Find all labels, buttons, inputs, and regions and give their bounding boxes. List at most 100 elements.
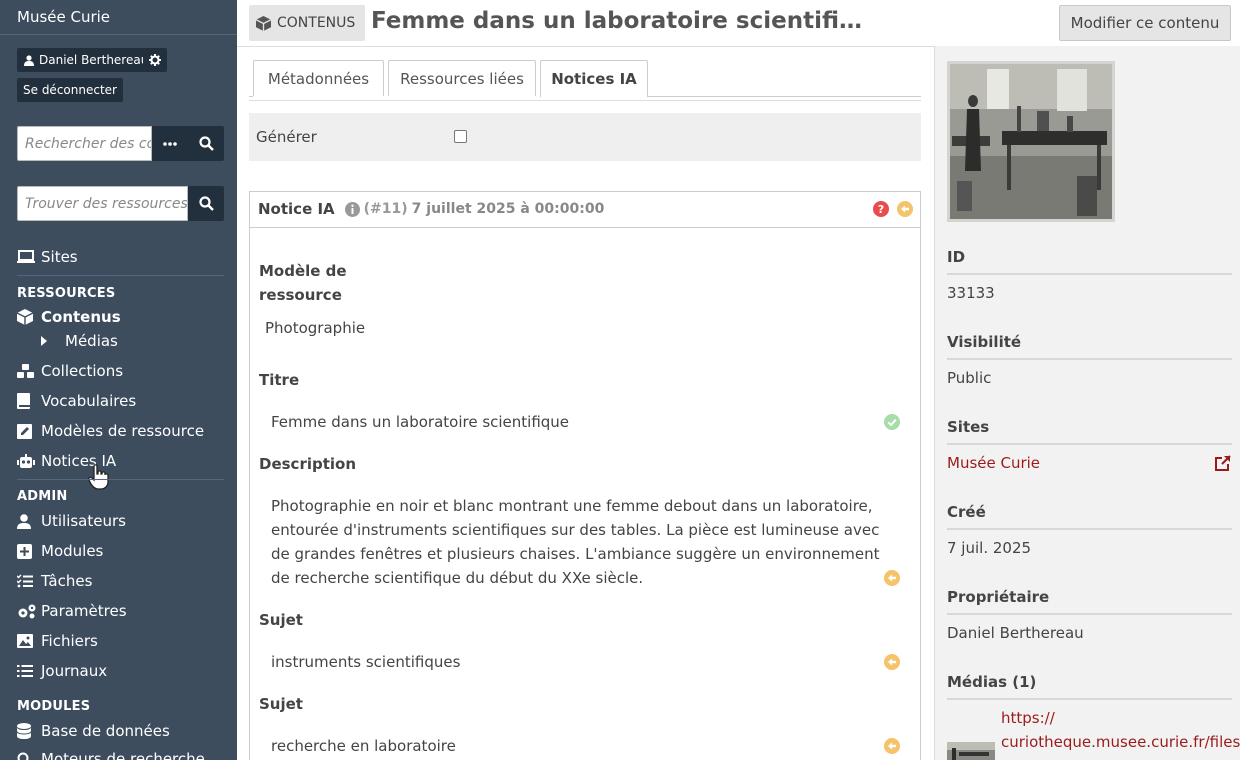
nav-label: Médias <box>65 332 118 350</box>
item-thumbnail[interactable] <box>947 61 1115 222</box>
external-link-icon[interactable] <box>1215 455 1231 471</box>
meta-label-visibility: Visibilité <box>947 333 1022 351</box>
meta-value-owner: Daniel Berthereau <box>947 624 1084 642</box>
edit-icon <box>17 423 32 439</box>
edit-item-button[interactable]: Modifier ce contenu <box>1059 5 1231 41</box>
generate-label: Générer <box>256 128 317 146</box>
nav-label: Journaux <box>41 662 108 680</box>
nav-vocabulaires[interactable]: Vocabulaires <box>17 390 136 412</box>
nav-moteurs[interactable]: Moteurs de recherche <box>17 748 205 760</box>
plus-square-icon <box>17 543 32 559</box>
notice-id: (#11) <box>363 201 408 217</box>
database-icon <box>17 723 31 739</box>
page-title: Femme dans un laboratoire scientifi… <box>371 8 862 34</box>
nav-fichiers[interactable]: Fichiers <box>17 630 98 652</box>
tab-ressources-liees[interactable]: Ressources liées <box>388 60 536 96</box>
image-icon <box>17 634 33 648</box>
accepted-check-icon[interactable] <box>884 414 900 430</box>
restore-icon[interactable] <box>884 570 900 586</box>
meta-divider <box>947 698 1232 700</box>
logout-button[interactable]: Se déconnecter <box>17 78 123 102</box>
cube-icon <box>17 309 33 325</box>
meta-value-id: 33133 <box>947 284 995 302</box>
field-label-sujet: Sujet <box>259 695 303 713</box>
field-value-template: Photographie <box>265 319 366 337</box>
caret-right-icon <box>41 336 47 346</box>
notice-title: Notice IA <box>258 200 335 218</box>
field-value-sujet: instruments scientifiques <box>271 653 461 671</box>
cogs-icon <box>18 604 36 618</box>
site-title[interactable]: Musée Curie <box>17 8 110 26</box>
restore-icon[interactable] <box>897 201 913 217</box>
user-icon <box>24 54 34 66</box>
field-value-titre: Femme dans un laboratoire scientifique <box>271 413 570 431</box>
nav-section-modules: MODULES <box>17 699 91 714</box>
search-icon <box>198 196 214 211</box>
generate-checkbox[interactable] <box>454 130 467 143</box>
find-resources-button[interactable] <box>188 186 224 221</box>
help-icon[interactable]: ? <box>873 201 889 217</box>
nav-contenus[interactable]: Contenus <box>17 306 121 328</box>
nav-medias[interactable]: Médias <box>41 330 118 352</box>
tabs-divider <box>249 96 253 97</box>
nav-divider <box>17 479 224 480</box>
nav-label: Moteurs de recherche <box>41 750 205 760</box>
search-button[interactable] <box>188 126 224 161</box>
resource-type-badge: CONTENUS <box>249 5 366 41</box>
nav-label: Utilisateurs <box>41 512 126 530</box>
field-label-description: Description <box>259 455 357 473</box>
badge-label: CONTENUS <box>277 15 356 31</box>
meta-value-visibility: Public <box>947 369 992 387</box>
tab-notices-ia[interactable]: Notices IA <box>540 60 648 97</box>
site-link[interactable]: Musée Curie <box>947 454 1040 472</box>
meta-label-created: Créé <box>947 503 986 521</box>
meta-divider <box>947 273 1232 275</box>
restore-icon[interactable] <box>884 654 900 670</box>
meta-divider <box>947 613 1232 615</box>
nav-sites[interactable]: Sites <box>17 246 78 268</box>
user-settings-button[interactable] <box>143 48 167 72</box>
field-value-sujet: recherche en laboratoire <box>271 737 456 755</box>
nav-label: Paramètres <box>41 602 127 620</box>
advanced-search-button[interactable] <box>152 126 188 161</box>
find-resources-input[interactable]: Trouver des ressources… <box>17 186 188 221</box>
nav-modeles[interactable]: Modèles de ressource <box>17 420 204 442</box>
nav-modules[interactable]: Modules <box>17 540 103 562</box>
meta-label-id: ID <box>947 248 966 266</box>
generate-row: Générer <box>249 113 921 161</box>
nav-utilisateurs[interactable]: Utilisateurs <box>17 510 126 532</box>
nav-base-donnees[interactable]: Base de données <box>17 720 170 742</box>
notice-date: 7 juillet 2025 à 00:00:00 <box>411 201 605 217</box>
search-icon <box>17 752 29 760</box>
ellipsis-icon <box>163 141 177 146</box>
media-link[interactable]: curiotheque.musee.curie.fr/files/ <box>1001 733 1240 751</box>
media-thumbnail[interactable] <box>947 742 995 760</box>
hand-cursor-icon <box>88 464 109 490</box>
user-icon <box>17 513 31 529</box>
notice-panel-header: Notice IA (#11) 7 juillet 2025 à 00:00:0… <box>249 191 921 228</box>
nav-collections[interactable]: Collections <box>17 360 123 382</box>
restore-icon[interactable] <box>884 738 900 754</box>
meta-divider <box>947 443 1232 445</box>
search-input[interactable]: Rechercher des contenus <box>17 126 152 161</box>
nav-section-resources: RESSOURCES <box>17 286 116 301</box>
laptop-icon <box>17 250 35 263</box>
nav-parametres[interactable]: Paramètres <box>17 600 127 622</box>
field-value-description: Photographie en noir et blanc montrant u… <box>271 497 880 587</box>
nav-label: Modèles de ressource <box>41 422 205 440</box>
robot-icon <box>17 453 35 468</box>
media-link[interactable]: https:// <box>1001 709 1055 727</box>
nav-journaux[interactable]: Journaux <box>17 660 107 682</box>
user-button[interactable]: Daniel Berthereau <box>17 48 156 72</box>
field-label-titre: Titre <box>259 371 300 389</box>
tasks-icon <box>17 574 33 588</box>
tabs-divider-bottom <box>249 100 921 101</box>
meta-label-media: Médias (1) <box>947 673 1037 691</box>
info-icon[interactable] <box>344 201 360 217</box>
nav-taches[interactable]: Tâches <box>17 570 92 592</box>
admin-sidebar: Musée Curie Daniel Berthereau Se déconne… <box>0 0 237 760</box>
meta-label-owner: Propriétaire <box>947 588 1050 606</box>
meta-divider <box>947 528 1232 530</box>
search-icon <box>198 136 214 151</box>
tab-metadonnees[interactable]: Métadonnées <box>253 60 384 96</box>
